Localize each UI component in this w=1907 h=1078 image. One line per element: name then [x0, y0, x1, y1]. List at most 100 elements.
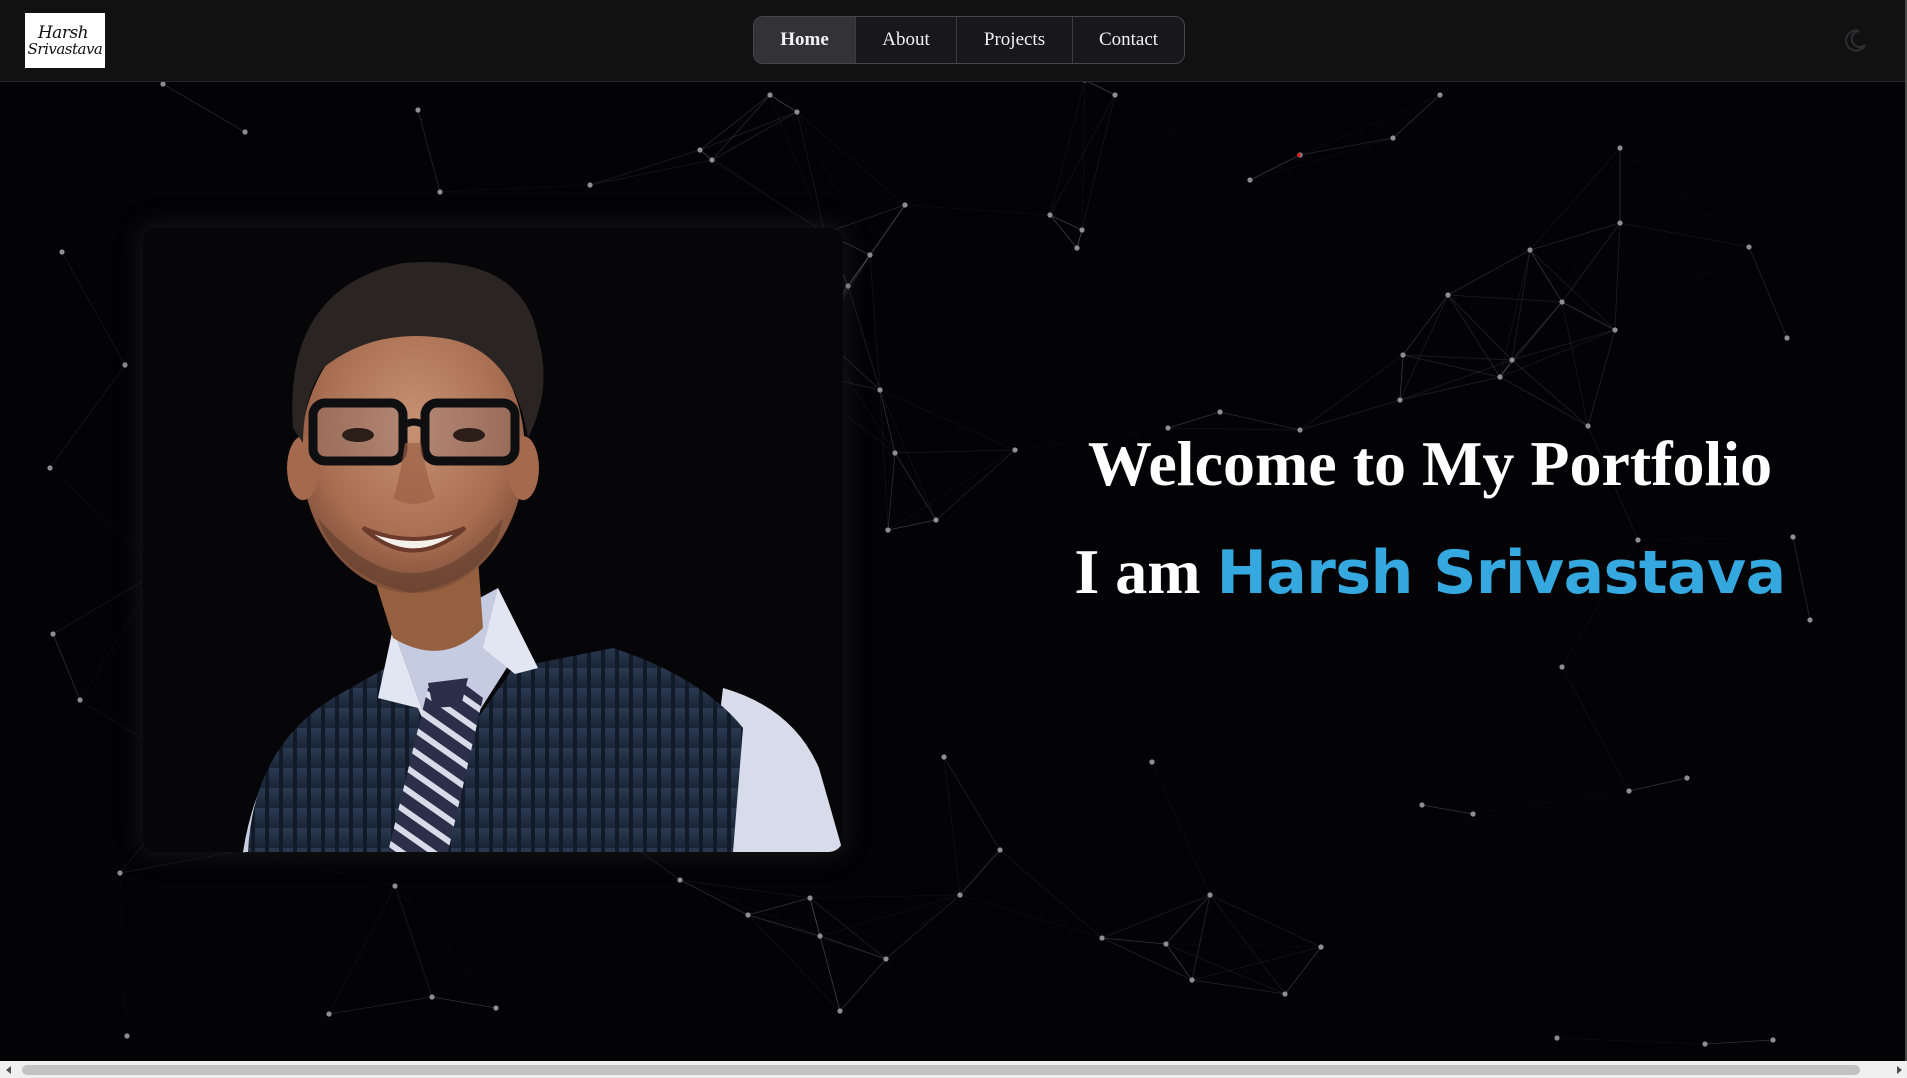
network-node [1559, 299, 1565, 305]
network-link [879, 389, 937, 521]
main-nav: Home About Projects Contact [753, 16, 1185, 64]
network-link [1447, 249, 1531, 296]
network-link [1704, 1039, 1774, 1045]
network-link [1562, 148, 1620, 302]
network-link [52, 633, 81, 701]
network-link [431, 996, 497, 1009]
network-link [1191, 946, 1322, 981]
network-link [1403, 302, 1562, 355]
arrow-right-icon[interactable] [1890, 1061, 1907, 1078]
network-link [1114, 94, 1251, 181]
network-link [439, 184, 591, 193]
network-link [943, 756, 961, 896]
network-link [162, 83, 246, 133]
network-link [679, 879, 749, 916]
network-node [1617, 220, 1623, 226]
network-node [1702, 1041, 1708, 1047]
network-node [1390, 135, 1396, 141]
arrow-left-icon[interactable] [0, 1061, 17, 1078]
network-node [709, 157, 715, 163]
network-link [1399, 354, 1404, 401]
network-link [879, 389, 889, 531]
scrollbar-thumb[interactable] [22, 1065, 1860, 1075]
network-node [493, 1005, 499, 1011]
nav-home[interactable]: Home [754, 17, 856, 63]
network-node [1612, 327, 1618, 333]
network-link [1748, 246, 1788, 339]
network-node [885, 527, 891, 533]
cursor-dot [1297, 153, 1301, 157]
network-link [887, 452, 896, 531]
network-node [745, 912, 751, 918]
network-link [711, 159, 826, 234]
network-link [1529, 147, 1621, 251]
network-link [1421, 804, 1474, 815]
theme-toggle-button[interactable] [1842, 28, 1868, 54]
network-node [933, 517, 939, 523]
network-link [711, 111, 798, 161]
network-node [1554, 1035, 1560, 1041]
network-node [1207, 892, 1213, 898]
network-link [1561, 666, 1630, 792]
horizontal-scrollbar[interactable] [0, 1061, 1907, 1078]
network-link [119, 849, 245, 874]
network-link [1561, 222, 1621, 303]
network-link [943, 756, 1001, 851]
network-link [1392, 94, 1441, 139]
network-link [904, 204, 1051, 216]
network-node [1149, 759, 1155, 765]
network-link [589, 159, 713, 186]
site-logo[interactable]: Harsh Srivastava [25, 13, 105, 68]
network-node [392, 883, 398, 889]
network-node [1318, 944, 1324, 950]
network-node [437, 189, 443, 195]
network-link [1399, 294, 1449, 401]
network-link [417, 109, 441, 193]
hero-name: Harsh Srivastava [1216, 538, 1787, 608]
network-link [1165, 894, 1211, 945]
network-node [1247, 177, 1253, 183]
nav-contact[interactable]: Contact [1073, 17, 1184, 63]
network-link [1299, 399, 1401, 431]
network-link [1529, 249, 1616, 331]
network-link [894, 449, 1016, 454]
network-node [1079, 227, 1085, 233]
network-node [1509, 357, 1515, 363]
logo-line-1: Harsh [37, 22, 89, 43]
network-node [957, 892, 963, 898]
network-link [1499, 376, 1589, 427]
network-link [679, 879, 811, 899]
network-link [809, 897, 821, 937]
network-link [329, 1008, 496, 1014]
network-link [885, 849, 1001, 960]
network-node [124, 1033, 130, 1039]
network-link [589, 149, 701, 186]
nav-projects[interactable]: Projects [957, 17, 1073, 63]
network-link [1628, 777, 1688, 792]
network-link [819, 935, 887, 960]
network-link [1402, 354, 1501, 378]
nav-about[interactable]: About [856, 17, 957, 63]
network-node [997, 847, 1003, 853]
network-link [1619, 222, 1750, 248]
hero-intro: I am [1074, 536, 1217, 607]
network-link [1191, 979, 1286, 995]
network-node [1497, 374, 1503, 380]
network-link [894, 452, 937, 521]
network-link [999, 849, 1103, 939]
network-link [770, 95, 905, 205]
network-node [837, 1008, 843, 1014]
network-link [747, 897, 811, 916]
network-node [1617, 145, 1623, 151]
network-node [77, 697, 83, 703]
network-node [697, 147, 703, 153]
network-link [1191, 894, 1211, 981]
network-link [1619, 147, 1750, 248]
network-node [1626, 788, 1632, 794]
network-link [1399, 376, 1501, 401]
network-link [959, 849, 1001, 896]
network-link [1299, 94, 1441, 156]
network-node [1784, 335, 1790, 341]
network-link [1529, 222, 1621, 251]
network-node [429, 994, 435, 1000]
